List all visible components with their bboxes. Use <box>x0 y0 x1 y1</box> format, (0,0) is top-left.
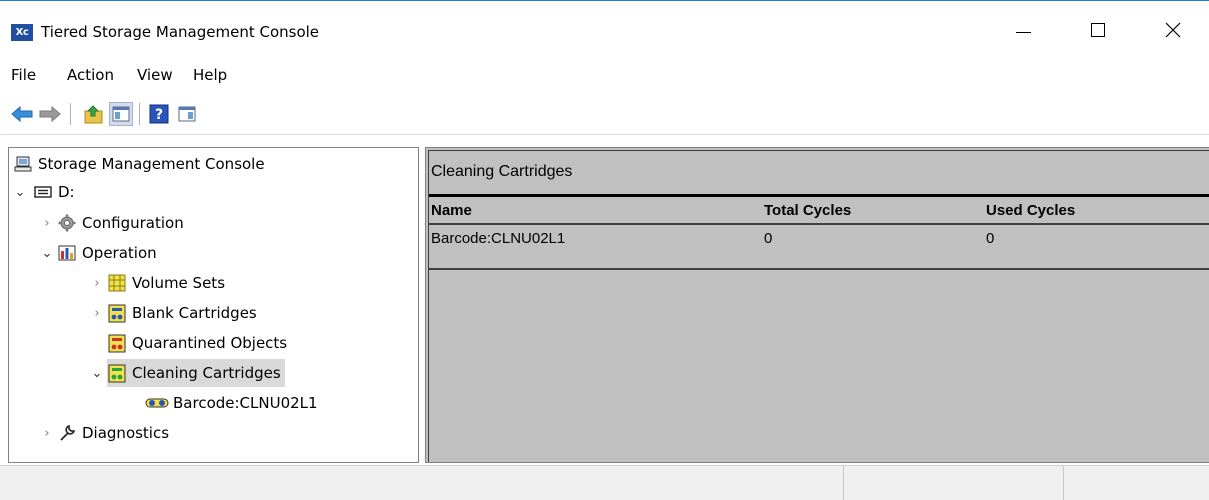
chart-icon <box>57 244 76 263</box>
tree-item-quarantined-objects[interactable]: Quarantined Objects <box>107 329 287 357</box>
result-title: Cleaning Cartridges <box>431 163 573 180</box>
chevron-down-icon[interactable]: ⌄ <box>40 246 54 261</box>
column-header-total-cycles[interactable]: Total Cycles <box>764 202 851 219</box>
tree-label-diagnostics: Diagnostics <box>82 424 170 442</box>
maximize-button[interactable] <box>1075 7 1121 53</box>
computer-icon <box>13 155 32 174</box>
action-pane-icon <box>178 106 196 122</box>
result-pane[interactable]: Cleaning Cartridges Name Total Cycles Us… <box>425 147 1209 463</box>
forward-button[interactable] <box>38 102 62 126</box>
help-button[interactable]: ? <box>147 102 171 126</box>
column-header-name[interactable]: Name <box>431 202 472 219</box>
chevron-down-icon[interactable]: ⌄ <box>13 185 27 200</box>
console-tree[interactable]: Storage Management Console ⌄ D: › Config… <box>8 147 419 463</box>
chevron-right-icon[interactable]: › <box>90 276 104 291</box>
result-list[interactable]: Cleaning Cartridges Name Total Cycles Us… <box>428 150 1209 462</box>
cleaning-cartridge-icon <box>107 364 126 383</box>
up-folder-icon <box>84 105 103 124</box>
help-icon: ? <box>149 104 169 124</box>
chevron-right-icon[interactable]: › <box>90 306 104 321</box>
menu-bar: File Action View Help <box>0 62 1209 92</box>
cartridge-icon <box>107 304 126 323</box>
chevron-down-icon[interactable]: ⌄ <box>90 366 104 381</box>
tree-label-cleaning-cartridges: Cleaning Cartridges <box>132 364 281 382</box>
show-hide-tree-icon <box>112 106 130 122</box>
table-cell-name[interactable]: Barcode:CLNU02L1 <box>431 230 565 247</box>
tree-label-drive: D: <box>58 183 75 201</box>
column-divider <box>429 223 1209 225</box>
tree-label-blank-cartridges: Blank Cartridges <box>132 304 257 322</box>
title-bar: Xc Tiered Storage Management Console <box>0 0 1209 62</box>
drive-icon <box>33 183 52 202</box>
toolbar-separator <box>70 103 71 125</box>
status-separator <box>1063 466 1064 500</box>
tree-item-cleaning-cartridges[interactable]: ⌄ Cleaning Cartridges <box>92 359 285 387</box>
tree-label-configuration: Configuration <box>82 214 184 232</box>
volume-sets-icon <box>107 274 126 293</box>
status-bar <box>0 465 1209 500</box>
minimize-button[interactable] <box>1000 7 1046 53</box>
row-divider <box>429 268 1209 270</box>
wrench-icon <box>57 424 76 443</box>
tree-item-blank-cartridges[interactable]: › Blank Cartridges <box>94 299 257 327</box>
toolbar: ? <box>0 99 1209 135</box>
menu-view[interactable]: View <box>137 66 173 84</box>
column-header-used-cycles[interactable]: Used Cycles <box>986 202 1075 219</box>
tree-item-barcode[interactable]: Barcode:CLNU02L1 <box>145 389 318 417</box>
toolbar-separator <box>139 103 140 125</box>
maximize-icon <box>1091 23 1105 37</box>
window-title: Tiered Storage Management Console <box>41 23 320 41</box>
close-button[interactable] <box>1150 7 1196 53</box>
app-icon: Xc <box>11 24 33 41</box>
menu-help[interactable]: Help <box>193 66 227 84</box>
close-icon <box>1165 22 1181 38</box>
header-divider <box>429 194 1209 197</box>
tree-item-operation[interactable]: ⌄ Operation <box>42 239 157 267</box>
result-header: Cleaning Cartridges <box>429 151 1209 193</box>
tree-label-volume-sets: Volume Sets <box>132 274 226 292</box>
back-icon <box>11 106 33 122</box>
up-folder-button[interactable] <box>82 102 106 126</box>
action-pane-button[interactable] <box>175 102 199 126</box>
menu-action[interactable]: Action <box>67 66 114 84</box>
tape-icon <box>145 394 169 413</box>
tree-item-root[interactable]: Storage Management Console <box>13 150 265 178</box>
tree-label-root: Storage Management Console <box>38 155 265 173</box>
minimize-icon <box>1015 31 1031 33</box>
chevron-right-icon[interactable]: › <box>40 426 54 441</box>
tree-item-drive[interactable]: ⌄ D: <box>13 178 75 206</box>
tree-item-volume-sets[interactable]: › Volume Sets <box>94 269 226 297</box>
show-hide-tree-button[interactable] <box>109 102 133 126</box>
gear-icon <box>57 214 76 233</box>
tree-label-quarantined-objects: Quarantined Objects <box>132 334 288 352</box>
tree-item-configuration[interactable]: › Configuration <box>44 209 184 237</box>
table-cell-used-cycles: 0 <box>986 230 995 247</box>
quarantined-cartridge-icon <box>107 334 126 353</box>
back-button[interactable] <box>10 102 34 126</box>
tree-label-barcode: Barcode:CLNU02L1 <box>173 394 318 412</box>
table-cell-total-cycles: 0 <box>764 230 773 247</box>
chevron-right-icon[interactable]: › <box>40 216 54 231</box>
forward-icon <box>39 106 61 122</box>
menu-file[interactable]: File <box>11 66 36 84</box>
tree-item-diagnostics[interactable]: › Diagnostics <box>44 419 170 447</box>
tree-label-operation: Operation <box>82 244 157 262</box>
status-separator <box>843 466 844 500</box>
svg-text:?: ? <box>155 107 163 123</box>
